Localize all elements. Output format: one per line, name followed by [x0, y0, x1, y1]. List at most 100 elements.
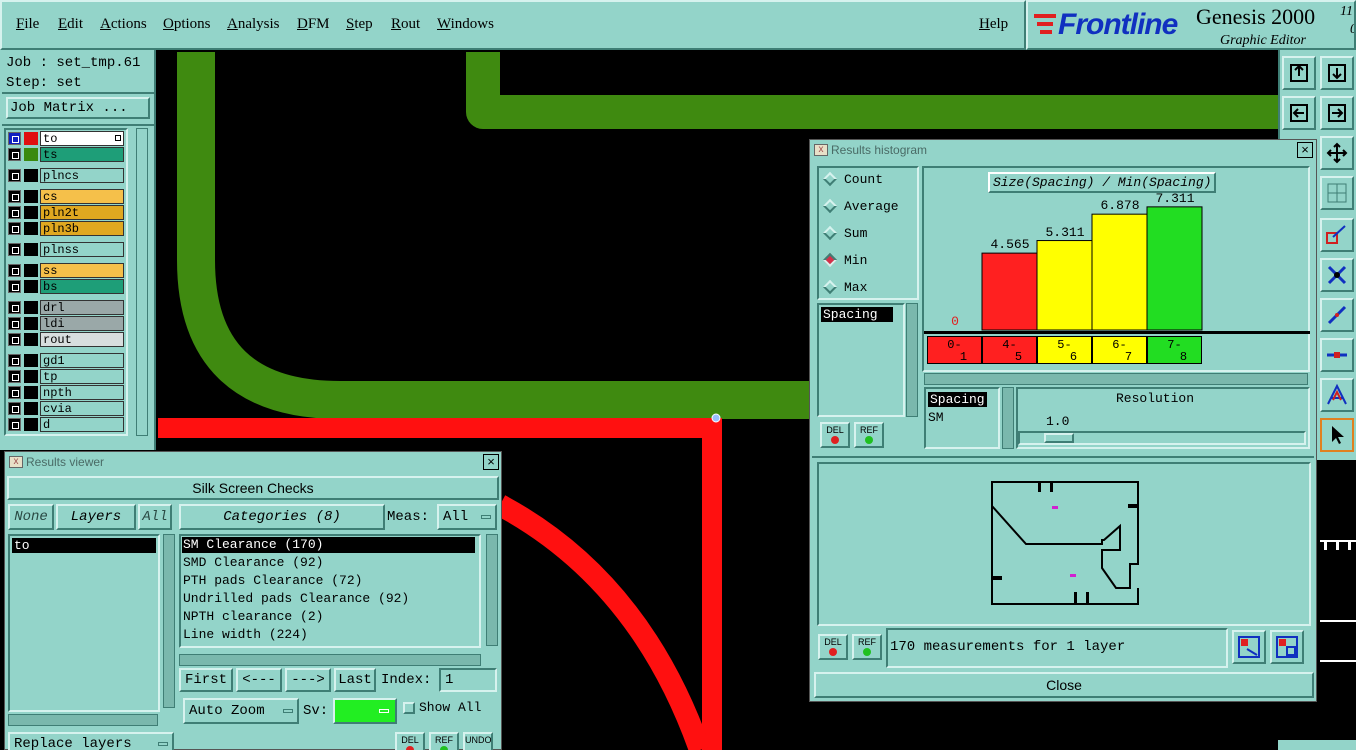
- category-item[interactable]: SM Clearance (170): [182, 537, 475, 553]
- results-layer-hscroll[interactable]: [8, 714, 158, 726]
- horizontal-line-button[interactable]: [1320, 338, 1354, 372]
- chart-hscroll[interactable]: [924, 373, 1308, 385]
- mode-radio-max[interactable]: Max: [820, 275, 916, 299]
- layer-swatch[interactable]: [24, 148, 38, 161]
- layer-swatch[interactable]: [24, 243, 38, 256]
- layer-row-ts[interactable]: ts: [6, 147, 124, 162]
- mode-radio-count[interactable]: Count: [820, 167, 916, 191]
- layer-name[interactable]: ts: [40, 147, 124, 162]
- layer-swatch[interactable]: [24, 333, 38, 346]
- results-del-button[interactable]: DEL: [395, 732, 425, 750]
- menu-file[interactable]: File: [16, 16, 39, 33]
- layer-name[interactable]: pln3b: [40, 221, 124, 236]
- resolution-slider-handle[interactable]: [1044, 433, 1074, 443]
- layer-row-d[interactable]: d: [6, 417, 124, 432]
- line-button[interactable]: [1320, 298, 1354, 332]
- results-viewer-close-icon[interactable]: ×: [483, 454, 499, 470]
- measure-button[interactable]: [1320, 218, 1354, 252]
- selected-item-spacing[interactable]: Spacing: [928, 392, 987, 407]
- category-item[interactable]: Line width (224): [182, 627, 308, 643]
- layers-button[interactable]: Layers: [56, 504, 136, 530]
- layer-row-tp[interactable]: tp: [6, 369, 124, 384]
- menu-step[interactable]: Step: [346, 16, 373, 33]
- layer-swatch[interactable]: [24, 222, 38, 235]
- layer-row-drl[interactable]: drl: [6, 300, 124, 315]
- menu-dfm[interactable]: DFM: [297, 16, 330, 33]
- layer-name[interactable]: bs: [40, 279, 124, 294]
- layer-checkbox[interactable]: [8, 354, 21, 367]
- layer-list-scrollbar[interactable]: [136, 128, 148, 436]
- layer-row-rout[interactable]: rout: [6, 332, 124, 347]
- layer-swatch[interactable]: [24, 418, 38, 431]
- layer-row-plncs[interactable]: plncs: [6, 168, 124, 183]
- layer-row-ldi[interactable]: ldi: [6, 316, 124, 331]
- menu-windows[interactable]: Windows: [437, 16, 494, 33]
- angle-button[interactable]: [1320, 378, 1354, 412]
- range-cell[interactable]: 4- 5: [982, 336, 1037, 364]
- menu-analysis[interactable]: Analysis: [227, 16, 280, 33]
- layer-name[interactable]: plnss: [40, 242, 124, 257]
- silk-screen-checks-button[interactable]: Silk Screen Checks: [7, 476, 499, 500]
- layer-name[interactable]: ldi: [40, 316, 124, 331]
- layer-checkbox[interactable]: [8, 386, 21, 399]
- results-layer-vscroll[interactable]: [163, 534, 175, 708]
- layer-row-cs[interactable]: cs: [6, 189, 124, 204]
- layer-checkbox[interactable]: [8, 206, 21, 219]
- layer-checkbox[interactable]: [8, 243, 21, 256]
- range-cell[interactable]: 5- 6: [1037, 336, 1092, 364]
- histogram-del-button-top[interactable]: DEL: [820, 422, 850, 448]
- layer-swatch[interactable]: [24, 264, 38, 277]
- layer-name[interactable]: cvia: [40, 401, 124, 416]
- layer-checkbox[interactable]: [8, 333, 21, 346]
- first-button[interactable]: First: [179, 668, 233, 692]
- layer-name[interactable]: rout: [40, 332, 124, 347]
- measure-list-vscroll[interactable]: [906, 303, 918, 417]
- show-all-checkbox[interactable]: [403, 702, 415, 714]
- range-cell[interactable]: 0- 1: [927, 336, 982, 364]
- menu-rout[interactable]: Rout: [391, 16, 420, 33]
- results-layer-item[interactable]: to: [12, 538, 156, 553]
- layer-swatch[interactable]: [24, 317, 38, 330]
- layer-swatch[interactable]: [24, 190, 38, 203]
- layer-swatch[interactable]: [24, 354, 38, 367]
- results-undo-button[interactable]: UNDO: [463, 732, 493, 750]
- layer-checkbox[interactable]: [8, 280, 21, 293]
- grid-button[interactable]: [1320, 176, 1354, 210]
- layer-checkbox[interactable]: [8, 418, 21, 431]
- histogram-titlebar[interactable]: x Results histogram: [810, 140, 1316, 160]
- layer-row-npth[interactable]: npth: [6, 385, 124, 400]
- layer-swatch[interactable]: [24, 402, 38, 415]
- layer-checkbox[interactable]: [8, 317, 21, 330]
- prev-button[interactable]: <---: [236, 668, 282, 692]
- layer-name[interactable]: npth: [40, 385, 124, 400]
- layer-checkbox[interactable]: [8, 132, 21, 145]
- snap-button[interactable]: [1320, 258, 1354, 292]
- selected-item-sm[interactable]: SM: [928, 410, 944, 425]
- selected-list-vscroll[interactable]: [1002, 387, 1014, 449]
- layer-row-plnss[interactable]: plnss: [6, 242, 124, 257]
- mode-radio-min[interactable]: Min: [820, 248, 916, 272]
- menu-edit[interactable]: Edit: [58, 16, 83, 33]
- layer-row-pln3b[interactable]: pln3b: [6, 221, 124, 236]
- zoom-forward-button[interactable]: [1320, 96, 1354, 130]
- layer-row-ss[interactable]: ss: [6, 263, 124, 278]
- layer-name[interactable]: tp: [40, 369, 124, 384]
- categories-vscroll[interactable]: [486, 534, 498, 646]
- mode-radio-average[interactable]: Average: [820, 194, 916, 218]
- layer-checkbox[interactable]: [8, 190, 21, 203]
- category-item[interactable]: PTH pads Clearance (72): [182, 573, 362, 589]
- layer-name[interactable]: d: [40, 417, 124, 432]
- layer-checkbox[interactable]: [8, 264, 21, 277]
- zoom-to-all-button[interactable]: [1270, 630, 1304, 664]
- menu-actions[interactable]: Actions: [100, 16, 147, 33]
- layer-checkbox[interactable]: [8, 301, 21, 314]
- zoom-home-button[interactable]: [1282, 56, 1316, 90]
- results-viewer-titlebar[interactable]: x Results viewer: [5, 452, 501, 472]
- zoom-to-result-button[interactable]: [1232, 630, 1266, 664]
- histogram-del-button[interactable]: DEL: [818, 634, 848, 660]
- layer-name[interactable]: cs: [40, 189, 124, 204]
- all-layers-button[interactable]: All: [138, 504, 172, 530]
- layer-swatch[interactable]: [24, 280, 38, 293]
- layer-swatch[interactable]: [24, 206, 38, 219]
- layer-name[interactable]: gd1: [40, 353, 124, 368]
